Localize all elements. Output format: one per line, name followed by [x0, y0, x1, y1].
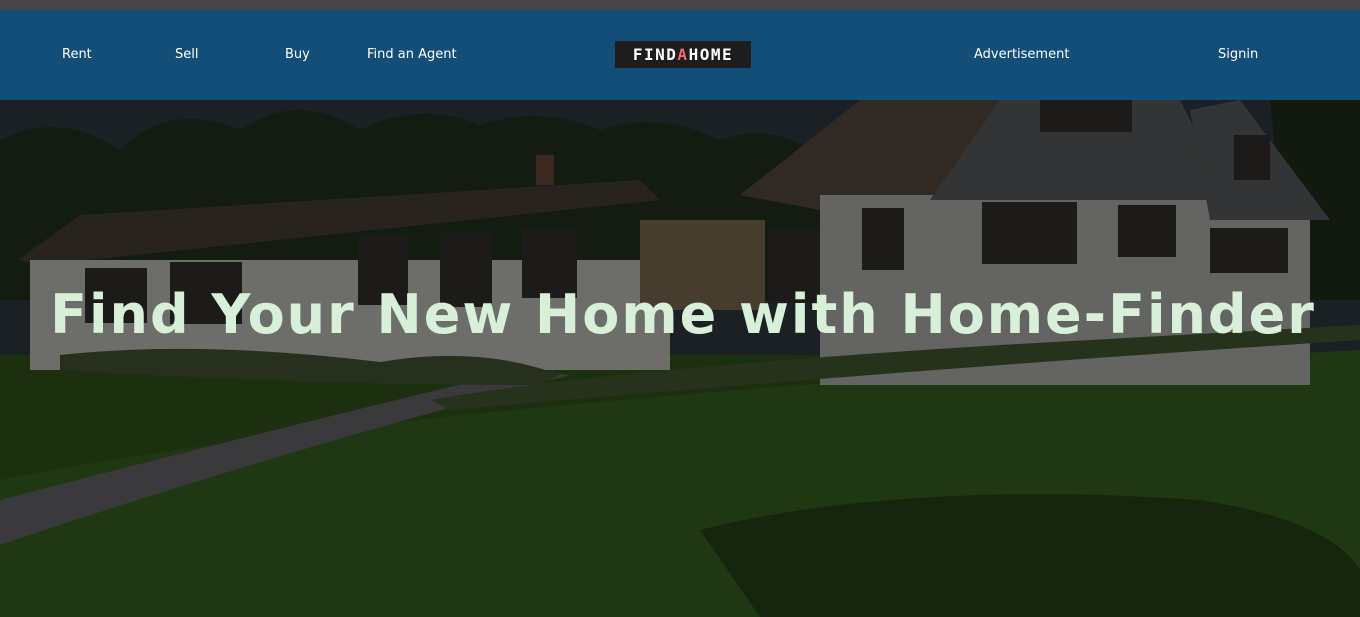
logo-text-home: HOME [688, 45, 734, 64]
top-strip [0, 0, 1360, 10]
hero-dark-overlay [0, 100, 1360, 617]
logo-text-a: A [677, 45, 689, 64]
logo-text-find: FIND [632, 45, 678, 64]
nav-link-rent[interactable]: Rent [62, 46, 92, 64]
site-logo[interactable]: FIND A HOME [615, 41, 751, 68]
nav-link-signin[interactable]: Signin [1218, 46, 1258, 64]
nav-link-advertisement[interactable]: Advertisement [974, 46, 1069, 64]
nav-link-buy[interactable]: Buy [285, 46, 310, 64]
main-navbar: Rent Sell Buy Find an Agent FIND A HOME Ad… [0, 10, 1360, 100]
hero-section: Find Your New Home with Home-Finder [0, 100, 1360, 617]
hero-headline: Find Your New Home with Home-Finder [50, 283, 1316, 346]
nav-link-sell[interactable]: Sell [175, 46, 198, 64]
nav-link-find-agent[interactable]: Find an Agent [367, 46, 457, 64]
